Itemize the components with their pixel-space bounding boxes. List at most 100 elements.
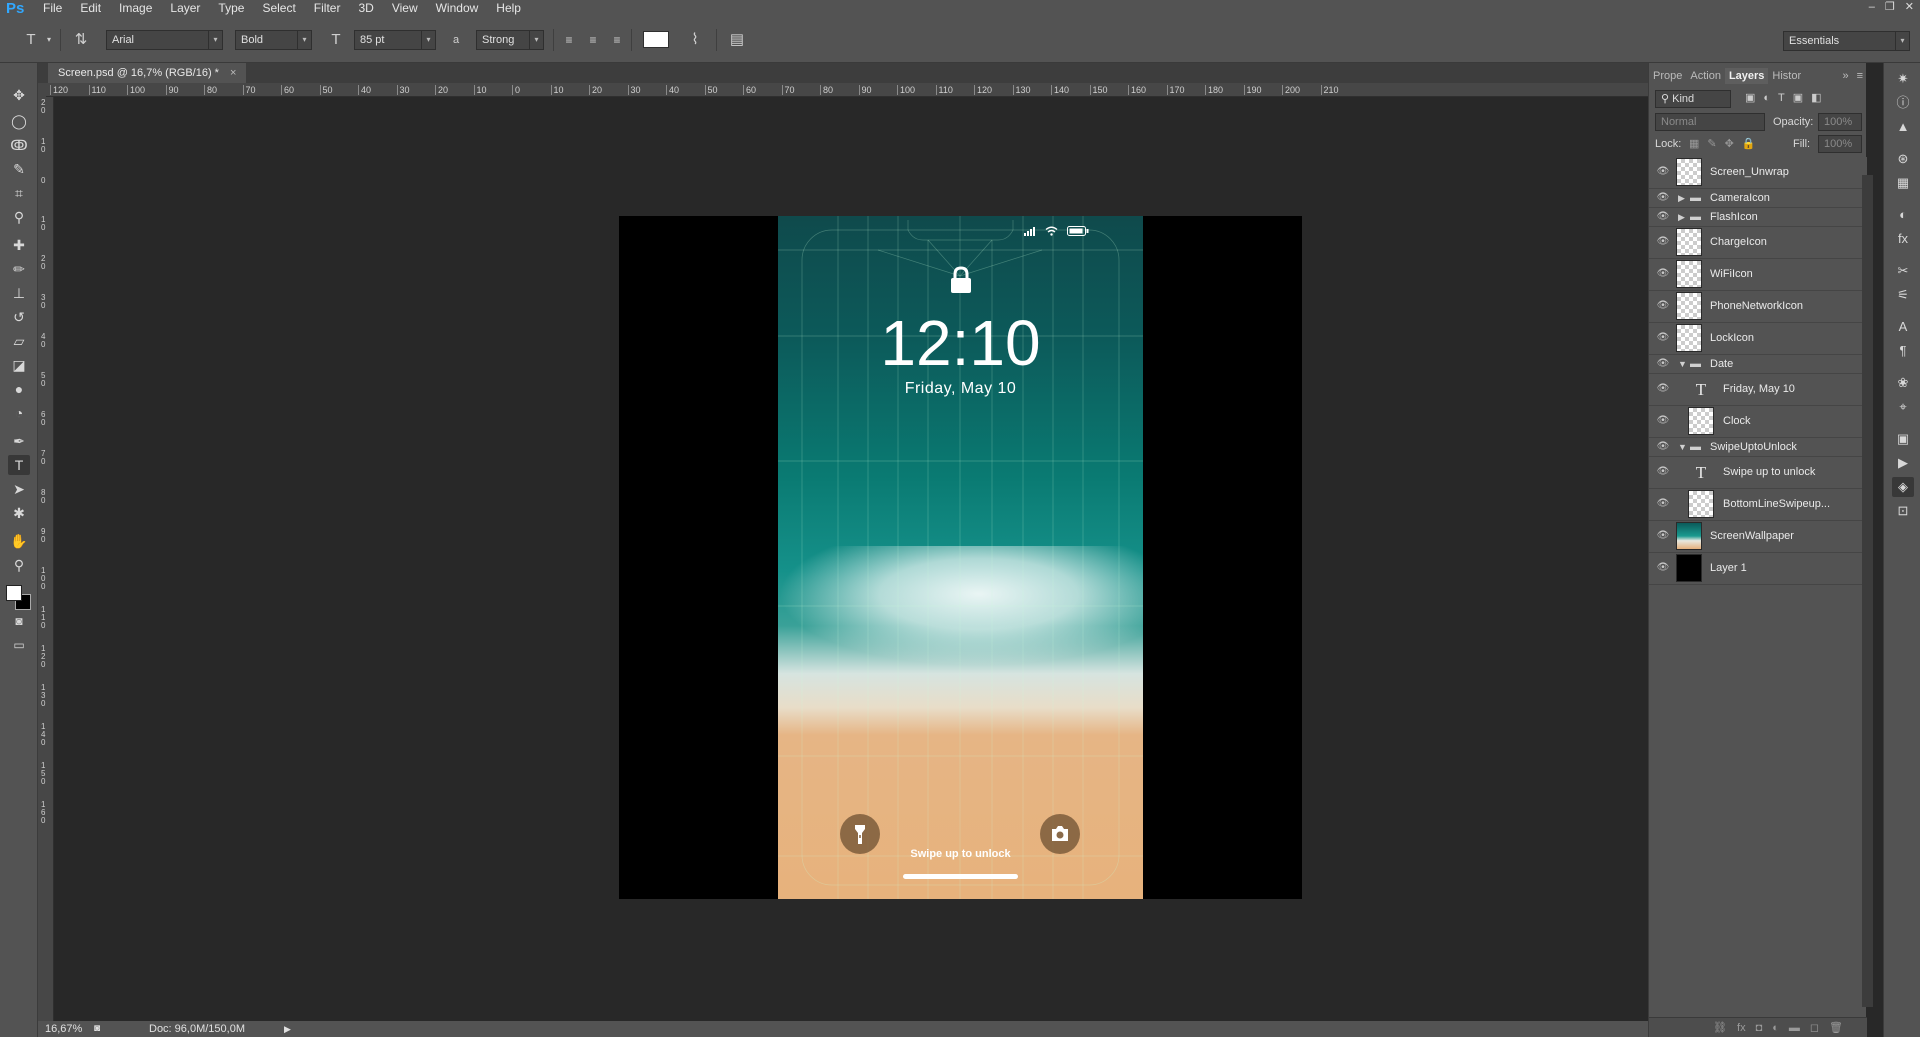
layer-row[interactable]: 👁 Layer 1 <box>1649 553 1867 585</box>
mask-icon[interactable]: ◘ <box>1756 1022 1763 1034</box>
eraser-tool-icon[interactable]: ▱ <box>8 331 30 351</box>
menu-item-type[interactable]: Type <box>209 0 253 17</box>
type-tool-icon[interactable]: T <box>8 455 30 475</box>
tab-layers[interactable]: Layers <box>1724 68 1769 84</box>
tab-actions[interactable]: Action <box>1686 68 1725 84</box>
align-right-icon[interactable]: ≡ <box>606 30 628 50</box>
menu-item-image[interactable]: Image <box>110 0 161 17</box>
visibility-eye-icon[interactable]: 👁 <box>1656 332 1670 343</box>
paths-icon[interactable]: ⌖ <box>1892 397 1914 417</box>
filter-kind-select[interactable]: ⚲ Kind <box>1655 90 1731 108</box>
visibility-eye-icon[interactable]: 👁 <box>1656 192 1670 203</box>
menu-item-view[interactable]: View <box>383 0 427 17</box>
crop-tool-icon[interactable]: ⌗ <box>8 183 30 203</box>
layer-row[interactable]: 👁 ▶ ▬ FlashIcon <box>1649 208 1867 227</box>
document-tab[interactable]: Screen.psd @ 16,7% (RGB/16) * × <box>48 63 247 83</box>
histogram-icon[interactable]: ▲ <box>1892 117 1914 137</box>
brush-settings-icon[interactable]: ⚟ <box>1892 285 1914 305</box>
eyedropper-tool-icon[interactable]: ⚲ <box>8 207 30 227</box>
layer-row[interactable]: 👁 ChargeIcon <box>1649 227 1867 259</box>
zoom-tool-icon[interactable]: ⚲ <box>8 555 30 575</box>
layers-scrollbar[interactable] <box>1862 175 1873 1007</box>
visibility-eye-icon[interactable]: 👁 <box>1656 562 1670 573</box>
adjustment-icon[interactable]: ◐ <box>1772 1022 1779 1034</box>
fill-input[interactable]: 100% <box>1818 135 1862 153</box>
tab-properties[interactable]: Prope <box>1649 68 1686 84</box>
layer-row[interactable]: 👁 T Friday, May 10 <box>1649 374 1867 406</box>
minimize-button[interactable]: – <box>1869 0 1875 14</box>
path-selection-tool-icon[interactable]: ➤ <box>8 479 30 499</box>
marquee-tool-icon[interactable]: ◯ <box>8 111 30 131</box>
menu-item-filter[interactable]: Filter <box>305 0 350 17</box>
chevron-down-icon[interactable]: ▼ <box>1678 442 1687 452</box>
info-icon[interactable]: ⓘ <box>1892 93 1914 113</box>
visibility-eye-icon[interactable]: 👁 <box>1656 415 1670 426</box>
font-style-select[interactable]: Bold ▾ <box>235 30 312 50</box>
menu-item-file[interactable]: File <box>34 0 71 17</box>
restore-button[interactable]: ❐ <box>1885 0 1895 14</box>
visibility-eye-icon[interactable]: 👁 <box>1656 441 1670 452</box>
layer-row[interactable]: 👁 Screen_Unwrap <box>1649 157 1867 189</box>
navigator-icon[interactable]: ✷ <box>1892 69 1914 89</box>
menu-item-3d[interactable]: 3D <box>349 0 382 17</box>
blend-mode-select[interactable]: Normal <box>1655 113 1765 131</box>
layer-row[interactable]: 👁 ▼ ▬ Date <box>1649 355 1867 374</box>
styles-icon[interactable]: fx <box>1892 229 1914 249</box>
align-left-icon[interactable]: ≡ <box>558 30 580 50</box>
visibility-eye-icon[interactable]: 👁 <box>1656 383 1670 394</box>
move-tool-icon[interactable]: ✥ <box>8 85 30 105</box>
visibility-eye-icon[interactable]: 👁 <box>1656 466 1670 477</box>
history-brush-tool-icon[interactable]: ↺ <box>8 307 30 327</box>
timeline-icon[interactable]: ▶ <box>1892 453 1914 473</box>
layer-row[interactable]: 👁 T Swipe up to unlock <box>1649 457 1867 489</box>
dodge-tool-icon[interactable]: ◔ <box>8 403 30 423</box>
hand-tool-icon[interactable]: ✋ <box>8 531 30 551</box>
menu-item-help[interactable]: Help <box>487 0 530 17</box>
visibility-eye-icon[interactable]: 👁 <box>1656 236 1670 247</box>
pen-tool-icon[interactable]: ✒ <box>8 431 30 451</box>
warp-text-icon[interactable]: ⌇ <box>684 30 706 50</box>
brush-tool-icon[interactable]: ✏ <box>8 259 30 279</box>
chevron-right-icon[interactable]: ▶ <box>1678 193 1685 204</box>
layer-row[interactable]: 👁 ▶ ▬ CameraIcon <box>1649 189 1867 208</box>
font-size-select[interactable]: 85 pt ▾ <box>354 30 436 50</box>
close-window-button[interactable]: ✕ <box>1905 0 1914 14</box>
visibility-eye-icon[interactable]: 👁 <box>1656 358 1670 369</box>
layer-row[interactable]: 👁 LockIcon <box>1649 323 1867 355</box>
tab-history[interactable]: Histor <box>1768 68 1805 84</box>
visibility-eye-icon[interactable]: 👁 <box>1656 498 1670 509</box>
blur-tool-icon[interactable]: ● <box>8 379 30 399</box>
close-tab-icon[interactable]: × <box>230 67 236 79</box>
folder-icon[interactable]: ▬ <box>1789 1022 1800 1034</box>
adjustments-icon[interactable]: ◐ <box>1892 205 1914 225</box>
layer-row[interactable]: 👁 ScreenWallpaper <box>1649 521 1867 553</box>
layers-icon[interactable]: ◈ <box>1892 477 1914 497</box>
color-icon[interactable]: ▦ <box>1892 173 1914 193</box>
layer-row[interactable]: 👁 Clock <box>1649 406 1867 438</box>
workspace-select[interactable]: Essentials ▾ <box>1783 31 1910 51</box>
visibility-eye-icon[interactable]: 👁 <box>1656 530 1670 541</box>
trash-icon[interactable]: 🗑 <box>1829 1021 1843 1034</box>
text-color-swatch[interactable] <box>643 31 669 48</box>
fx-icon[interactable]: fx <box>1737 1022 1746 1034</box>
lasso-tool-icon[interactable]: ↂ <box>8 135 30 155</box>
new-layer-icon[interactable]: ◻ <box>1810 1021 1819 1034</box>
layer-row[interactable]: 👁 ▼ ▬ SwipeUptoUnlock <box>1649 438 1867 457</box>
healing-brush-tool-icon[interactable]: ✚ <box>8 235 30 255</box>
panel-collapse-icon[interactable]: » <box>1838 68 1852 84</box>
antialias-select[interactable]: Strong ▾ <box>476 30 544 50</box>
brush-presets-icon[interactable]: ✂ <box>1892 261 1914 281</box>
character-panel-icon[interactable]: ▤ <box>726 30 748 50</box>
layer-row[interactable]: 👁 BottomLineSwipeup... <box>1649 489 1867 521</box>
chevron-down-icon[interactable]: ▼ <box>1678 359 1687 369</box>
align-center-icon[interactable]: ≡ <box>582 30 604 50</box>
layer-row[interactable]: 👁 PhoneNetworkIcon <box>1649 291 1867 323</box>
menu-item-edit[interactable]: Edit <box>71 0 110 17</box>
lock-options-icons[interactable]: ▦✎✥🔒 <box>1689 137 1764 151</box>
menu-item-window[interactable]: Window <box>427 0 488 17</box>
visibility-eye-icon[interactable]: 👁 <box>1656 166 1670 177</box>
custom-shape-tool-icon[interactable]: ✱ <box>8 503 30 523</box>
visibility-eye-icon[interactable]: 👁 <box>1656 211 1670 222</box>
screen-mode-icon[interactable]: ▭ <box>8 635 30 655</box>
channels-icon[interactable]: ⊡ <box>1892 501 1914 521</box>
